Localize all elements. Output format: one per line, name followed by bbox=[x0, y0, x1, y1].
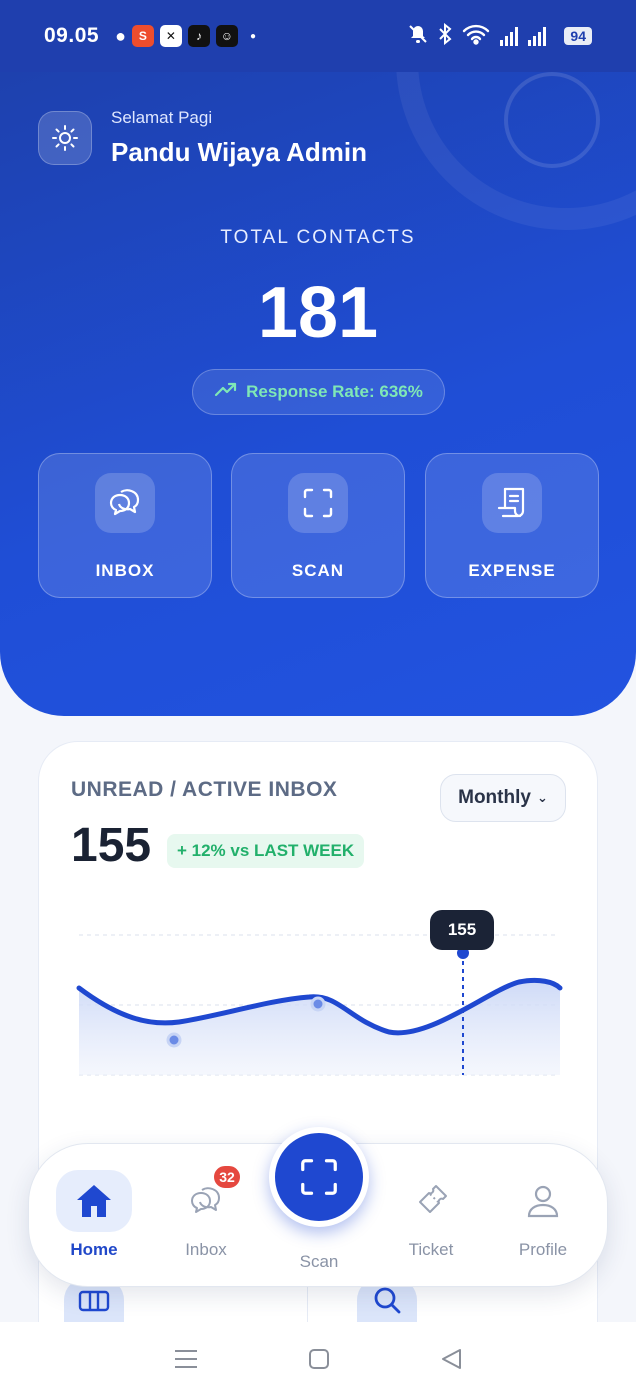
chart-tooltip-value: 155 bbox=[447, 920, 477, 939]
nav-ticket-label: Ticket bbox=[408, 1240, 454, 1259]
status-right: 94 bbox=[408, 22, 592, 50]
period-dropdown-label: Monthly bbox=[458, 787, 531, 808]
expense-action-label: EXPENSE bbox=[468, 561, 556, 580]
chat-icon bbox=[191, 1187, 220, 1213]
more-dot-icon: ● bbox=[249, 30, 256, 42]
capcut-icon: ✕ bbox=[159, 25, 182, 47]
scan-action-button[interactable]: SCAN bbox=[231, 453, 405, 598]
home-icon bbox=[77, 1185, 111, 1217]
expense-action-button[interactable]: EXPENSE bbox=[425, 453, 599, 598]
period-dropdown[interactable]: Monthly ⌄ bbox=[440, 774, 566, 822]
bottom-navigation: Home 32 Inbox Scan Ticket Profile bbox=[28, 1127, 608, 1287]
inbox-count: 155 bbox=[71, 819, 152, 872]
nav-profile[interactable]: Profile bbox=[498, 1170, 588, 1260]
nav-inbox-label: Inbox bbox=[185, 1240, 227, 1259]
battery-indicator: 94 bbox=[564, 27, 592, 45]
chart-point bbox=[166, 1032, 182, 1048]
inbox-action-button[interactable]: INBOX bbox=[38, 453, 212, 598]
nav-profile-icon-wrap bbox=[505, 1170, 581, 1232]
smile-app-icon: ☺ bbox=[215, 25, 238, 47]
menu-icon[interactable] bbox=[174, 1348, 198, 1375]
inbox-action-label: INBOX bbox=[95, 561, 155, 580]
nav-home-icon-wrap bbox=[56, 1170, 132, 1232]
chevron-down-icon: ⌄ bbox=[536, 790, 548, 805]
trend-badge: + 12% vs LAST WEEK bbox=[167, 834, 365, 868]
hero-header: Selamat Pagi Pandu Wijaya Admin TOTAL CO… bbox=[0, 0, 636, 716]
system-navigation-bar bbox=[0, 1322, 636, 1400]
decorative-circle bbox=[504, 72, 600, 168]
inbox-badge: 32 bbox=[212, 1164, 242, 1190]
back-triangle-icon[interactable] bbox=[440, 1348, 462, 1375]
chart-point bbox=[310, 996, 326, 1012]
user-name: Pandu Wijaya Admin bbox=[111, 137, 367, 167]
scan-frame-icon bbox=[288, 473, 348, 533]
signal-icon bbox=[500, 26, 519, 46]
nav-scan-label[interactable]: Scan bbox=[269, 1252, 369, 1272]
sun-icon bbox=[38, 111, 92, 165]
home-square-icon[interactable] bbox=[308, 1348, 330, 1375]
ticket-icon bbox=[419, 1185, 447, 1213]
inbox-chart bbox=[76, 934, 563, 1076]
nav-home[interactable]: Home bbox=[49, 1170, 139, 1260]
nav-inbox[interactable]: 32 Inbox bbox=[161, 1164, 251, 1260]
app-screen: Selamat Pagi Pandu Wijaya Admin TOTAL CO… bbox=[0, 0, 636, 1400]
response-rate-pill: Response Rate: 636% bbox=[192, 369, 445, 415]
inbox-card-title: UNREAD / ACTIVE INBOX bbox=[71, 778, 338, 801]
chat-bubbles-icon bbox=[95, 473, 155, 533]
status-bar: 09.05 ● S ✕ ♪ ☺ ● 94 bbox=[0, 0, 636, 72]
nav-profile-label: Profile bbox=[518, 1240, 568, 1259]
receipt-icon bbox=[482, 473, 542, 533]
total-contacts-value: 181 bbox=[257, 273, 379, 353]
notification-icons: ● S ✕ ♪ ☺ ● bbox=[115, 25, 256, 47]
chart-tooltip: 155 bbox=[430, 910, 494, 950]
status-time: 09.05 bbox=[44, 24, 100, 47]
mute-icon bbox=[408, 24, 428, 49]
total-contacts-label: TOTAL CONTACTS bbox=[220, 227, 416, 248]
shopee-icon: S bbox=[131, 25, 154, 47]
greeting-text: Selamat Pagi bbox=[111, 108, 213, 127]
bluetooth-icon bbox=[438, 22, 452, 50]
nav-ticket-icon-wrap bbox=[393, 1170, 469, 1232]
chat-icon: ● bbox=[115, 25, 126, 46]
signal-icon-2 bbox=[528, 26, 547, 46]
scan-fab-button[interactable] bbox=[269, 1127, 369, 1227]
wifi-icon bbox=[462, 23, 490, 50]
scan-icon bbox=[301, 1159, 337, 1195]
nav-home-label: Home bbox=[70, 1240, 118, 1259]
response-rate-text: Response Rate: 636% bbox=[246, 382, 423, 401]
scan-action-label: SCAN bbox=[291, 561, 345, 580]
user-icon bbox=[527, 1185, 559, 1218]
nav-ticket[interactable]: Ticket bbox=[386, 1170, 476, 1260]
tiktok-icon: ♪ bbox=[187, 25, 210, 47]
trending-up-icon bbox=[214, 381, 238, 404]
nav-inbox-icon-wrap: 32 bbox=[168, 1164, 244, 1232]
